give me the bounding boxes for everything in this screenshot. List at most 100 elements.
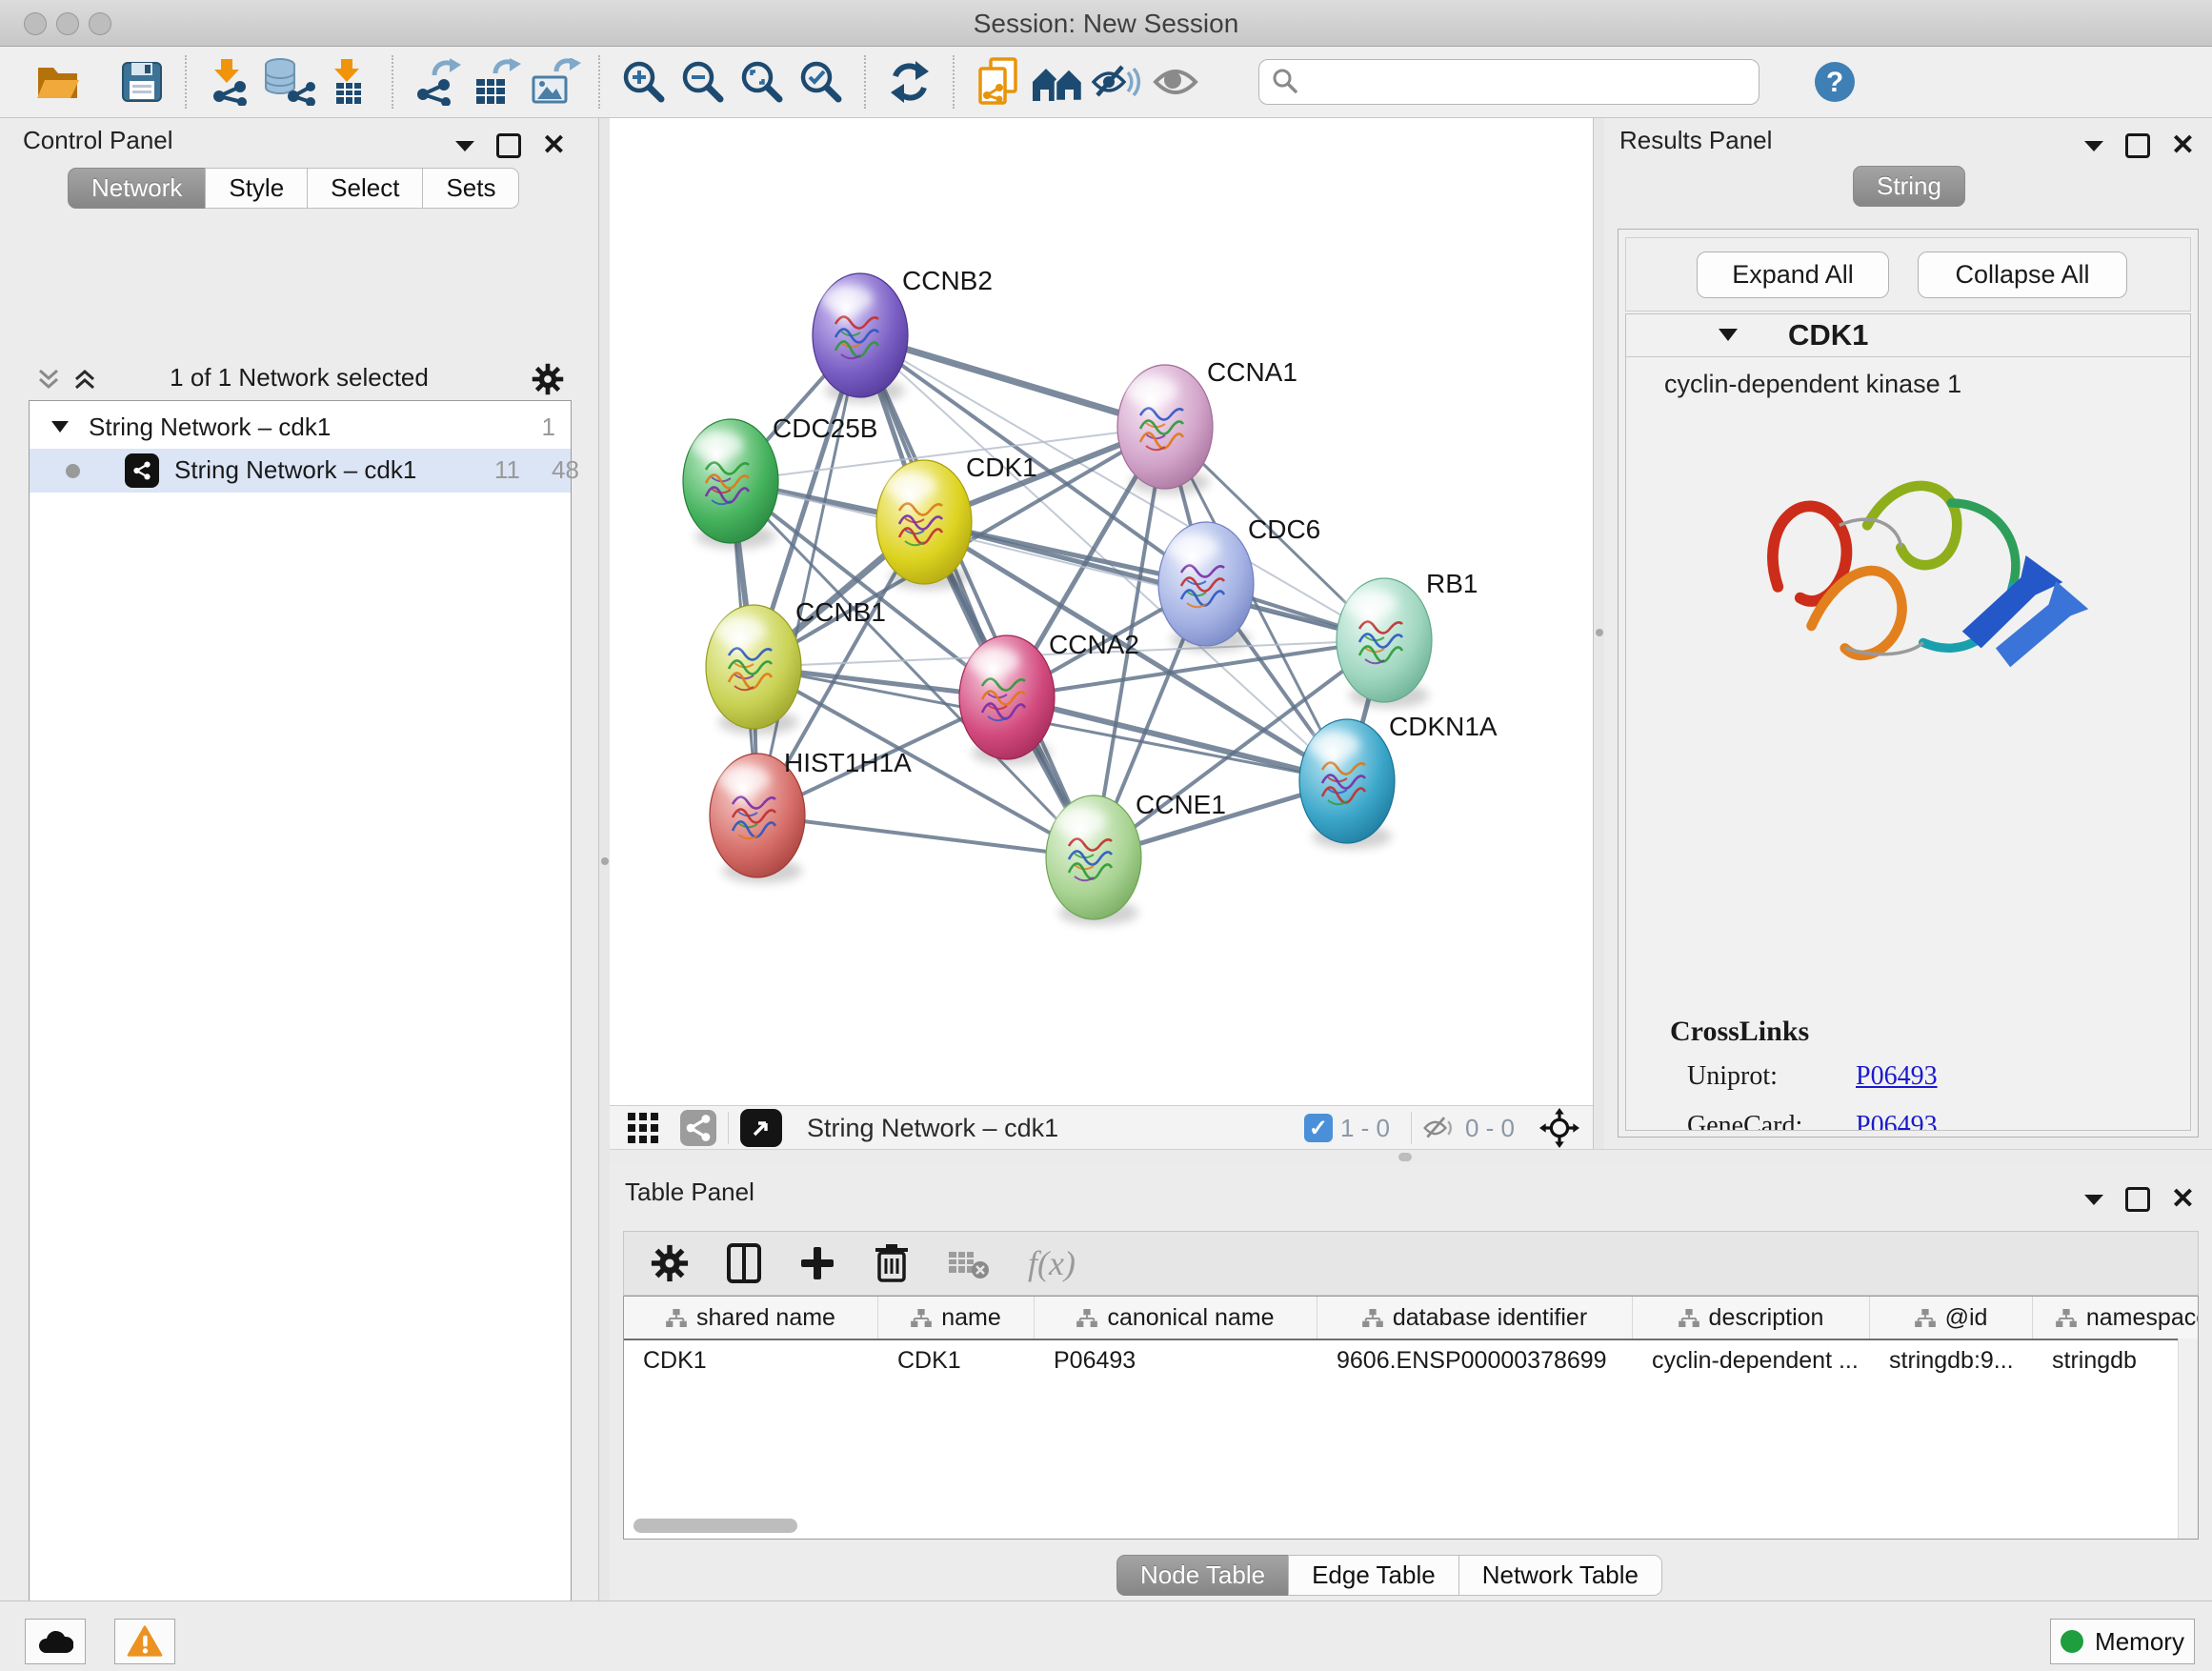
network-canvas[interactable]: CCNB2CCNA1CDC25BCDK1CDC6RB1CCNB1CCNA2CDK… [610,118,1593,1105]
network-graph[interactable]: CCNB2CCNA1CDC25BCDK1CDC6RB1CCNB1CCNA2CDK… [610,118,1593,1105]
network-node-CDC6[interactable]: CDC6 [1158,514,1320,646]
column-header-namespace[interactable]: namespace [2033,1297,2199,1339]
first-neighbors-button[interactable] [1028,51,1087,112]
table-cell[interactable]: P06493 [1035,1340,1317,1380]
edge-HIST1H1A-CCNE1[interactable] [757,815,1094,857]
column-header--id[interactable]: @id [1870,1297,2033,1339]
tab-edge-table[interactable]: Edge Table [1288,1555,1459,1596]
collection-row[interactable]: String Network – cdk1 1 [30,407,571,451]
tab-network[interactable]: Network [68,168,206,209]
network-node-CCNE1[interactable]: CCNE1 [1046,790,1226,919]
search-input[interactable] [1258,59,1760,105]
delete-column-icon[interactable] [874,1243,910,1283]
table-row[interactable]: CDK1CDK1P064939606.ENSP00000378699cyclin… [624,1340,2198,1380]
edge-CCNB2-HIST1H1A[interactable] [757,335,860,815]
table-cell[interactable]: CDK1 [878,1340,1035,1380]
edge-CCNB2-CCNE1[interactable] [860,335,1094,857]
network-node-CDKN1A[interactable]: CDKN1A [1299,712,1498,843]
column-header-shared-name[interactable]: shared name [624,1297,878,1339]
network-node-RB1[interactable]: RB1 [1337,569,1478,702]
crosslink-link[interactable]: P06493 [1856,1061,1938,1092]
table-horizontal-scrollbar-thumb[interactable] [633,1519,797,1533]
birds-eye-view-icon[interactable] [1539,1108,1579,1148]
column-header-description[interactable]: description [1633,1297,1870,1339]
network-node-CDK1[interactable]: CDK1 [876,453,1037,584]
collection-expander-icon[interactable] [50,420,70,433]
right-splitter-handle[interactable] [1596,629,1603,636]
export-image-button[interactable] [526,51,585,112]
import-network-from-file-button[interactable] [201,51,260,112]
apply-layout-button[interactable] [880,51,939,112]
column-header-name[interactable]: name [878,1297,1035,1339]
zoom-selected-button[interactable] [792,51,851,112]
delete-table-icon[interactable] [948,1247,990,1279]
import-database-icon [263,58,316,106]
panel-menu-icon[interactable] [2083,1193,2104,1206]
detach-view-button[interactable] [740,1109,782,1147]
node-label-CDK1: CDK1 [966,453,1037,482]
protein-card-header[interactable]: CDK1 [1626,314,2190,357]
title-bar: Session: New Session [0,0,2212,47]
float-panel-icon[interactable] [2125,133,2150,158]
zoom-in-button[interactable] [614,51,674,112]
zoom-fit-button[interactable] [733,51,792,112]
tab-sets[interactable]: Sets [422,168,519,209]
selection-status: 1 of 1 Network selected [29,363,570,393]
function-builder-button[interactable]: f(x) [1028,1243,1076,1283]
table-cell[interactable]: stringdb:9... [1870,1340,2033,1380]
selected-indicator-checkbox[interactable]: ✓ [1304,1114,1333,1142]
help-button[interactable]: ? [1805,51,1864,112]
open-session-button[interactable] [29,51,88,112]
panel-menu-icon[interactable] [454,139,475,152]
table-cell[interactable]: cyclin-dependent ... [1633,1340,1870,1380]
add-column-icon[interactable] [799,1245,835,1281]
float-panel-icon[interactable] [2125,1187,2150,1212]
tab-select[interactable]: Select [307,168,423,209]
network-node-CCNB2[interactable]: CCNB2 [813,266,993,397]
float-panel-icon[interactable] [496,133,521,158]
left-splitter-handle[interactable] [601,857,609,865]
import-table-from-file-button[interactable] [319,51,378,112]
cloud-status-button[interactable] [25,1619,86,1664]
show-columns-icon[interactable] [727,1243,761,1283]
export-table-button[interactable] [467,51,526,112]
warnings-button[interactable] [114,1619,175,1664]
tab-network-table[interactable]: Network Table [1458,1555,1662,1596]
current-network-name: String Network – cdk1 [807,1114,1058,1143]
duplicate-network-button[interactable] [969,51,1028,112]
table-cell[interactable]: stringdb [2033,1340,2199,1380]
close-panel-icon[interactable]: ✕ [2171,131,2195,160]
collapse-all-button[interactable]: Collapse All [1918,252,2127,298]
table-splitter-handle[interactable] [1398,1153,1412,1161]
protein-expander-icon[interactable] [1718,328,1739,342]
export-network-button[interactable] [408,51,467,112]
tab-string[interactable]: String [1853,166,1965,207]
crosslink-link[interactable]: P06493 [1856,1111,1938,1131]
share-view-icon[interactable] [680,1110,716,1146]
tab-node-table[interactable]: Node Table [1116,1555,1289,1596]
column-header-database-identifier[interactable]: database identifier [1317,1297,1633,1339]
network-options-gear-icon[interactable] [532,363,564,395]
crosslinks-section: CrossLinks Uniprot:P06493GeneCard:P06493… [1670,1016,2165,1131]
network-row[interactable]: String Network – cdk1 11 48 [30,449,571,493]
table-cell[interactable]: 9606.ENSP00000378699 [1317,1340,1633,1380]
expand-all-button[interactable]: Expand All [1697,252,1889,298]
zoom-out-button[interactable] [674,51,733,112]
hide-selected-button[interactable] [1087,51,1146,112]
tab-style[interactable]: Style [205,168,308,209]
close-panel-icon[interactable]: ✕ [2171,1185,2195,1214]
grid-view-icon[interactable] [627,1112,659,1144]
table-options-gear-icon[interactable] [651,1244,689,1282]
table-vertical-scrollbar[interactable] [2178,1339,2198,1539]
panel-menu-icon[interactable] [2083,139,2104,152]
table-cell[interactable]: CDK1 [624,1340,878,1380]
memory-button[interactable]: Memory [2050,1619,2195,1664]
import-network-from-database-button[interactable] [260,51,319,112]
save-session-button[interactable] [112,51,171,112]
close-panel-icon[interactable]: ✕ [542,131,566,160]
network-node-CDC25B[interactable]: CDC25B [683,413,877,543]
show-all-button[interactable] [1146,51,1205,112]
results-panel: Results Panel ✕ String Expand All Collap… [1604,118,2212,1149]
network-node-HIST1H1A[interactable]: HIST1H1A [710,748,912,877]
column-header-canonical-name[interactable]: canonical name [1035,1297,1317,1339]
